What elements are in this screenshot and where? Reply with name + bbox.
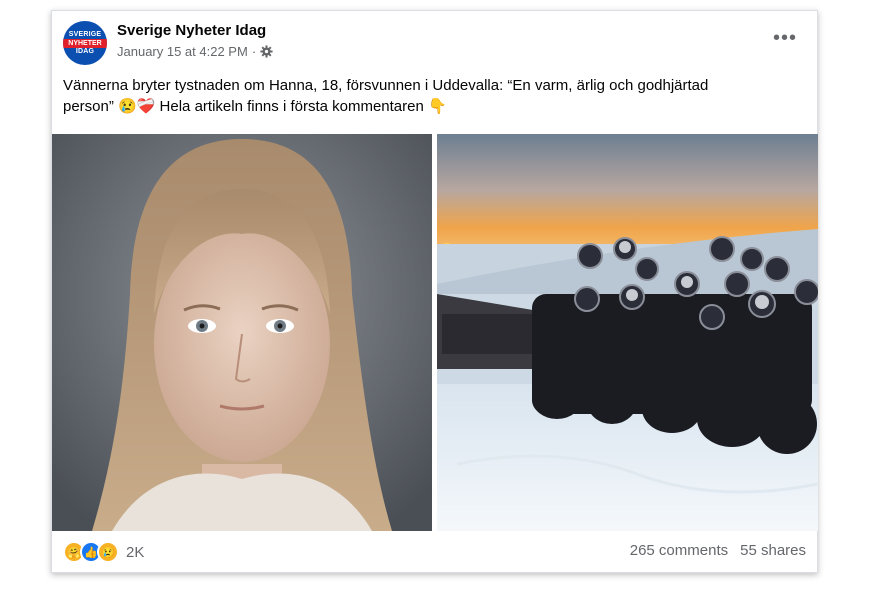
gear-icon: [260, 45, 273, 58]
sad-reaction-icon: 😢: [97, 541, 119, 563]
engagement-stats: 265 comments 55 shares: [630, 542, 806, 559]
post-timestamp[interactable]: January 15 at 4:22 PM: [117, 44, 248, 59]
post-text-line-2: person” 😢❤️‍🩹 Hela artikeln finns i förs…: [63, 98, 447, 115]
meta-separator: ·: [251, 44, 257, 59]
reactions-summary[interactable]: 🤗 👍 😢 2K: [63, 541, 144, 563]
page-name-link[interactable]: Sverige Nyheter Idag: [117, 22, 266, 39]
portrait-image: [52, 134, 432, 531]
post-footer: 🤗 👍 😢 2K 265 comments 55 shares: [63, 537, 806, 563]
more-options-button[interactable]: •••: [773, 27, 797, 50]
post-meta: January 15 at 4:22 PM ·: [117, 44, 273, 59]
avatar-text-1: SVERIGE: [68, 30, 102, 38]
avatar-text-2: NYHETER: [63, 38, 107, 48]
group-snow-photo[interactable]: [437, 134, 818, 531]
group-snow-image: [437, 134, 818, 531]
portrait-photo[interactable]: [52, 134, 432, 531]
post-text: Vännerna bryter tystnaden om Hanna, 18, …: [63, 75, 803, 117]
post-card: SVERIGE NYHETER IDAG Sverige Nyheter Ida…: [51, 10, 818, 573]
avatar-text-3: IDAG: [75, 47, 95, 55]
page-avatar[interactable]: SVERIGE NYHETER IDAG: [63, 21, 107, 65]
reaction-count[interactable]: 2K: [126, 544, 144, 561]
post-header: SVERIGE NYHETER IDAG Sverige Nyheter Ida…: [63, 21, 807, 67]
comments-count-link[interactable]: 265 comments: [630, 542, 728, 559]
post-text-line-1: Vännerna bryter tystnaden om Hanna, 18, …: [63, 77, 709, 94]
shares-count-link[interactable]: 55 shares: [740, 542, 806, 559]
